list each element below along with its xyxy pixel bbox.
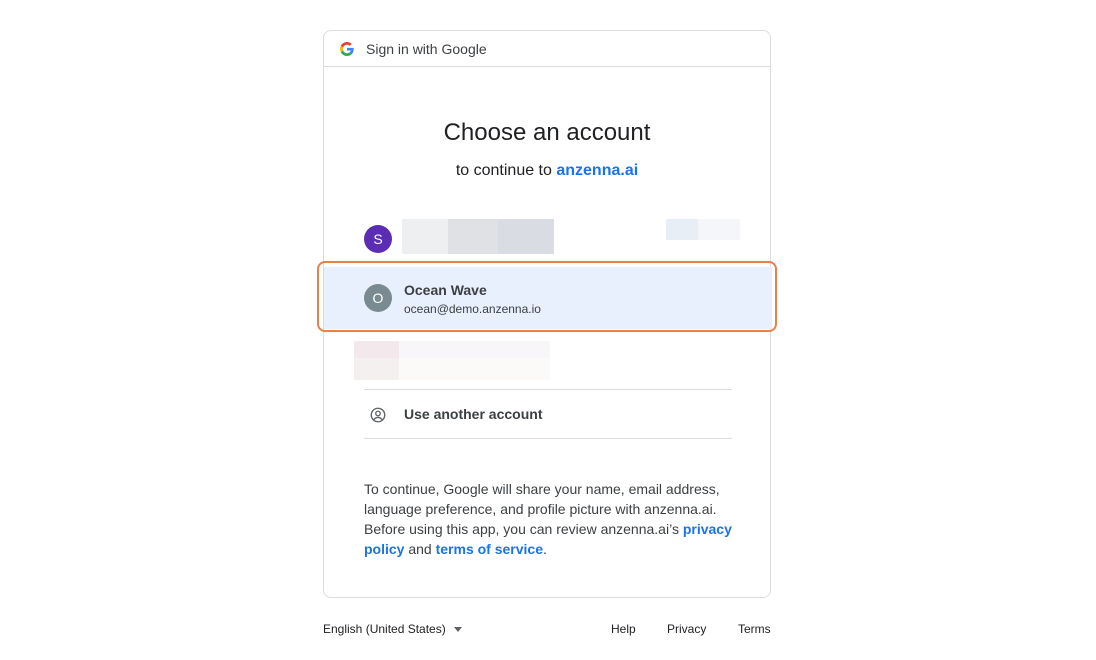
sign-in-card: Sign in with Google Choose an account to… xyxy=(323,30,772,598)
redacted-account xyxy=(354,341,550,380)
page-title: Choose an account xyxy=(443,119,651,146)
account-avatar: S xyxy=(364,225,392,253)
account-email: ocean@demo.anzenna.io xyxy=(404,302,541,316)
header-title: Sign in with Google xyxy=(366,40,487,57)
card-header: Sign in with Google xyxy=(324,31,770,67)
account-item-3[interactable] xyxy=(324,331,772,389)
privacy-link[interactable]: Privacy xyxy=(667,622,706,636)
use-another-account-label: Use another account xyxy=(404,406,543,422)
redacted-status xyxy=(666,219,740,240)
app-name-link[interactable]: anzenna.ai xyxy=(556,162,638,179)
page-subtitle: to continue to anzenna.ai xyxy=(324,162,770,180)
help-link[interactable]: Help xyxy=(611,622,636,636)
account-name: Ocean Wave xyxy=(404,282,487,298)
language-label: English (United States) xyxy=(323,622,446,636)
account-divider xyxy=(364,389,732,390)
account-divider xyxy=(364,438,732,439)
caret-down-icon xyxy=(453,626,462,632)
disclosure-end: . xyxy=(543,541,547,557)
account-item-ocean-wave[interactable]: O Ocean Wave ocean@demo.anzenna.io xyxy=(324,267,772,329)
disclosure-text: To continue, Google will share your name… xyxy=(364,481,720,537)
terms-link[interactable]: Terms xyxy=(738,622,771,636)
language-selector[interactable]: English (United States) xyxy=(323,622,462,636)
data-sharing-disclosure: To continue, Google will share your name… xyxy=(364,479,734,559)
terms-of-service-link[interactable]: terms of service xyxy=(436,541,543,557)
account-circle-icon xyxy=(370,407,386,423)
subtitle-prefix: to continue to xyxy=(455,162,552,179)
use-another-account-button[interactable]: Use another account xyxy=(324,391,772,439)
disclosure-and: and xyxy=(408,541,432,557)
google-logo-icon xyxy=(340,41,354,56)
redacted-name xyxy=(402,219,554,254)
account-item-1[interactable]: S xyxy=(324,211,772,267)
account-avatar: O xyxy=(364,284,392,312)
footer: English (United States) Help Privacy Ter… xyxy=(323,622,773,642)
